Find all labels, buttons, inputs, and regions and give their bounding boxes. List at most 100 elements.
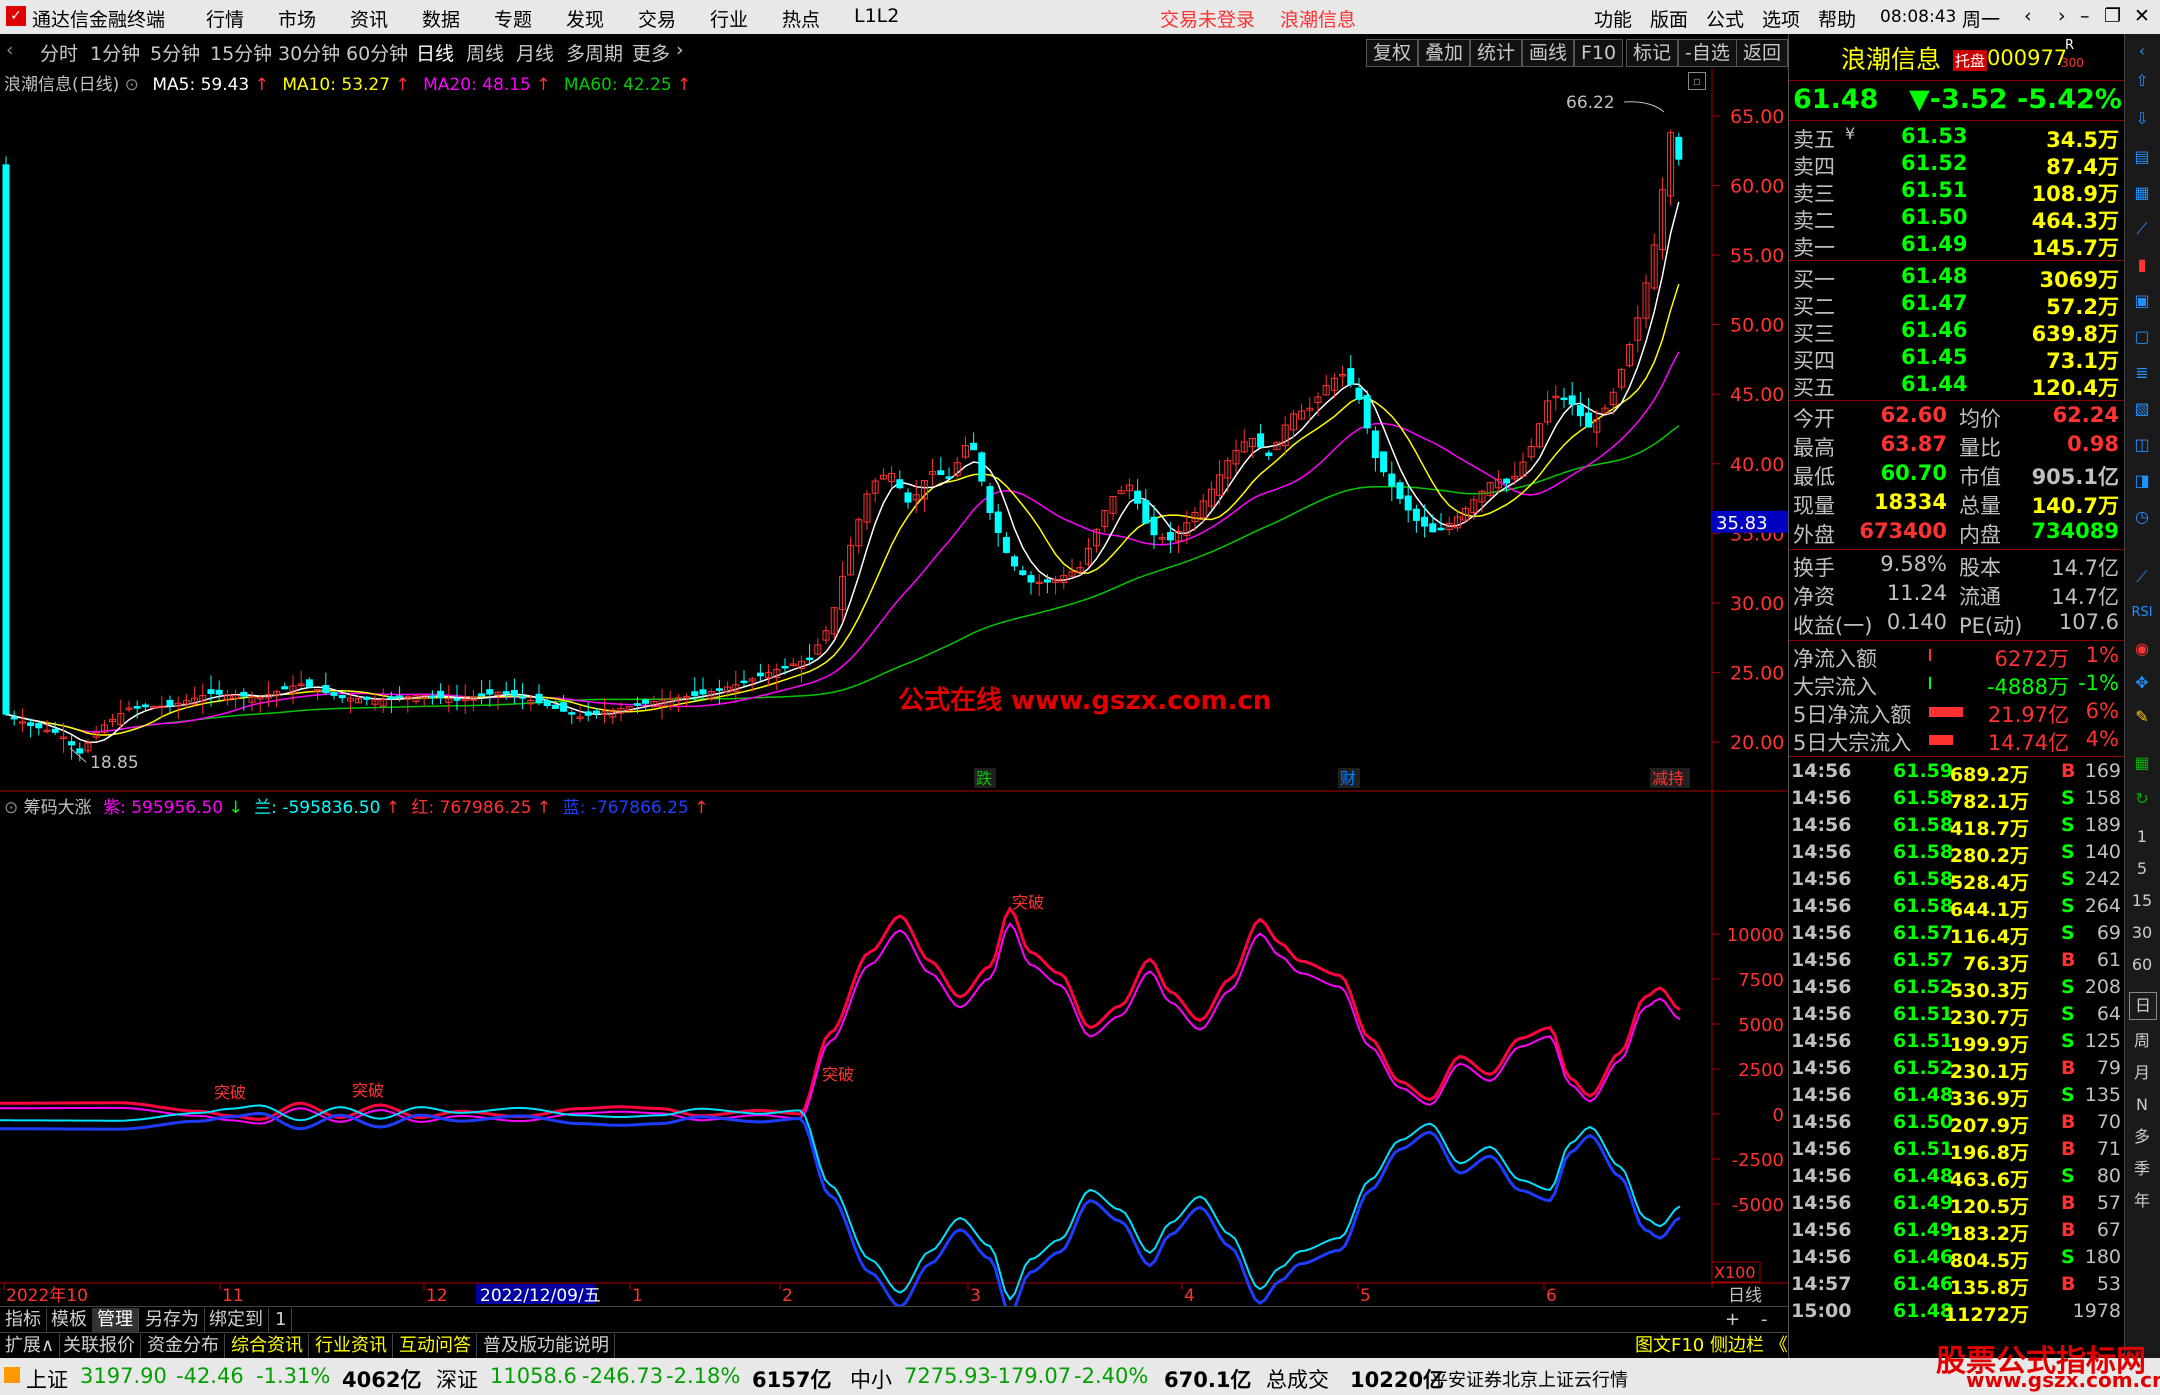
ask-row[interactable]: 卖二 61.50 464.3万: [1789, 205, 2125, 233]
btn-zixuan[interactable]: -自选: [1678, 39, 1737, 67]
strip-table-icon[interactable]: ▦: [2129, 750, 2155, 776]
sh-label[interactable]: 上证: [26, 1364, 68, 1394]
strip-period-day[interactable]: 日: [2129, 992, 2157, 1020]
period-1min[interactable]: 1分钟: [90, 39, 140, 66]
strip-period-week[interactable]: 周: [2129, 1028, 2155, 1054]
zoom-in-button[interactable]: +: [1720, 1308, 1745, 1332]
tab-hangyezixun[interactable]: 行业资讯: [310, 1334, 393, 1358]
strip-doc-icon[interactable]: ▧: [2129, 396, 2155, 422]
strip-fz-icon[interactable]: ◫: [2129, 432, 2155, 458]
menu-gongshi[interactable]: 公式: [1706, 5, 1744, 32]
ask-row[interactable]: 卖一 61.49 145.7万: [1789, 232, 2125, 260]
strip-clock-icon[interactable]: ◷: [2129, 504, 2155, 530]
zoom-out-button[interactable]: -: [1756, 1308, 1773, 1332]
menu-hangye[interactable]: 行业: [710, 5, 748, 32]
zx-label[interactable]: 中小: [850, 1364, 892, 1394]
btn-diejia[interactable]: 叠加: [1418, 39, 1471, 67]
tab-zijinfenbu[interactable]: 资金分布: [142, 1334, 225, 1358]
menu-hangqing[interactable]: 行情: [206, 5, 244, 32]
bid-row[interactable]: 买四 61.45 73.1万: [1789, 345, 2125, 373]
strip-list-icon[interactable]: ≣: [2129, 360, 2155, 386]
strip-kline-icon[interactable]: ▮: [2129, 252, 2155, 278]
strip-period-15[interactable]: 15: [2129, 888, 2155, 914]
ask-row[interactable]: 卖三 61.51 108.9万: [1789, 178, 2125, 206]
more-chevron-icon[interactable]: ›: [676, 39, 684, 61]
menu-redian[interactable]: 热点: [782, 5, 820, 32]
menu-shichang[interactable]: 市场: [278, 5, 316, 32]
strip-period-5[interactable]: 5: [2129, 856, 2155, 882]
btn-f10[interactable]: F10: [1574, 39, 1624, 67]
period-fenshi[interactable]: 分时: [40, 39, 78, 66]
menu-banmian[interactable]: 版面: [1650, 5, 1688, 32]
bid-row[interactable]: 买三 61.46 639.8万: [1789, 318, 2125, 346]
strip-period-60[interactable]: 60: [2129, 952, 2155, 978]
btn-fuquan[interactable]: 复权: [1366, 39, 1419, 67]
btn-fanhui[interactable]: 返回: [1736, 39, 1789, 67]
period-more[interactable]: 更多: [632, 39, 670, 66]
tab-one[interactable]: 1: [270, 1308, 293, 1332]
strip-period-year[interactable]: 年: [2129, 1188, 2155, 1214]
minimize-icon[interactable]: –: [2080, 5, 2090, 27]
tab-tuwen-f10[interactable]: 图文F10 侧边栏 《: [1630, 1334, 1793, 1358]
tab-moban[interactable]: 模板: [46, 1308, 93, 1332]
bid-row[interactable]: 买二 61.47 57.2万: [1789, 291, 2125, 319]
strip-f10-icon[interactable]: ▢: [2129, 324, 2155, 350]
strip-down-icon[interactable]: ⇩: [2129, 106, 2155, 132]
period-15min[interactable]: 15分钟: [210, 39, 272, 66]
period-5min[interactable]: 5分钟: [150, 39, 200, 66]
strip-rsi-label[interactable]: RSI: [2129, 600, 2155, 626]
tab-guanli[interactable]: 管理: [92, 1308, 139, 1332]
strip-grid-icon[interactable]: ▦: [2129, 180, 2155, 206]
period-week[interactable]: 周线: [466, 39, 504, 66]
menu-zixun[interactable]: 资讯: [350, 5, 388, 32]
close-icon[interactable]: ✕: [2134, 5, 2150, 27]
period-30min[interactable]: 30分钟: [278, 39, 340, 66]
tab-pujiban[interactable]: 普及版功能说明: [478, 1334, 615, 1358]
kline-chart[interactable]: 65.0060.0055.0050.0045.0040.0035.0030.00…: [0, 68, 1788, 1306]
period-day[interactable]: 日线: [416, 39, 454, 66]
tab-zonghezixun[interactable]: 综合资讯: [226, 1334, 309, 1358]
strip-period-1[interactable]: 1: [2129, 824, 2155, 850]
strip-report-icon[interactable]: ▤: [2129, 144, 2155, 170]
menu-xuanxiang[interactable]: 选项: [1762, 5, 1800, 32]
sh-icon[interactable]: [4, 1367, 20, 1383]
strip-panel-icon[interactable]: ◨: [2129, 468, 2155, 494]
menu-l1l2[interactable]: L1L2: [854, 5, 899, 27]
back-icon[interactable]: ‹: [2024, 5, 2032, 27]
server-name[interactable]: 平安证券北京上证云行情: [1430, 1366, 1628, 1392]
sz-label[interactable]: 深证: [436, 1364, 478, 1394]
tab-bangdingdao[interactable]: 绑定到: [204, 1308, 269, 1332]
strip-move-icon[interactable]: ✥: [2129, 670, 2155, 696]
tab-guanlianbaojia[interactable]: 关联报价: [58, 1334, 141, 1358]
strip-refresh-icon[interactable]: ↻: [2129, 786, 2155, 812]
maximize-icon[interactable]: ❐: [2104, 5, 2121, 27]
legend-settings-icon[interactable]: ⊙: [125, 75, 139, 95]
tab-lingcunwei[interactable]: 另存为: [140, 1308, 205, 1332]
menu-jiaoyi[interactable]: 交易: [638, 5, 676, 32]
collapse-icon[interactable]: ‹: [6, 39, 14, 61]
trade-login-status[interactable]: 交易未登录: [1160, 5, 1255, 32]
tab-hudongwenda[interactable]: 互动问答: [394, 1334, 477, 1358]
btn-huaxian[interactable]: 画线: [1522, 39, 1575, 67]
menu-bangzhu[interactable]: 帮助: [1818, 5, 1856, 32]
period-multi[interactable]: 多周期: [566, 39, 623, 66]
menu-shuju[interactable]: 数据: [422, 5, 460, 32]
menu-zhuanti[interactable]: 专题: [494, 5, 532, 32]
strip-period-30[interactable]: 30: [2129, 920, 2155, 946]
tab-kuozhan[interactable]: 扩展∧: [0, 1334, 61, 1358]
tab-zhibiao[interactable]: 指标: [0, 1308, 47, 1332]
indicator-settings-icon[interactable]: ⊙: [4, 798, 18, 818]
strip-period-season[interactable]: 季: [2129, 1156, 2155, 1182]
strip-news-icon[interactable]: ▣: [2129, 288, 2155, 314]
strip-collapse-icon[interactable]: ‹: [2129, 38, 2155, 64]
bid-row[interactable]: 买五 61.44 120.4万: [1789, 372, 2125, 400]
bid-row[interactable]: 买一 61.48 3069万: [1789, 264, 2125, 292]
ask-row[interactable]: 卖五 ¥ 61.53 34.5万: [1789, 124, 2125, 152]
menu-gongneng[interactable]: 功能: [1594, 5, 1632, 32]
strip-alert-icon[interactable]: ◉: [2129, 636, 2155, 662]
strip-period-n[interactable]: N: [2129, 1092, 2155, 1118]
period-60min[interactable]: 60分钟: [346, 39, 408, 66]
period-month[interactable]: 月线: [516, 39, 554, 66]
ask-row[interactable]: 卖四 61.52 87.4万: [1789, 151, 2125, 179]
strip-period-month[interactable]: 月: [2129, 1060, 2155, 1086]
